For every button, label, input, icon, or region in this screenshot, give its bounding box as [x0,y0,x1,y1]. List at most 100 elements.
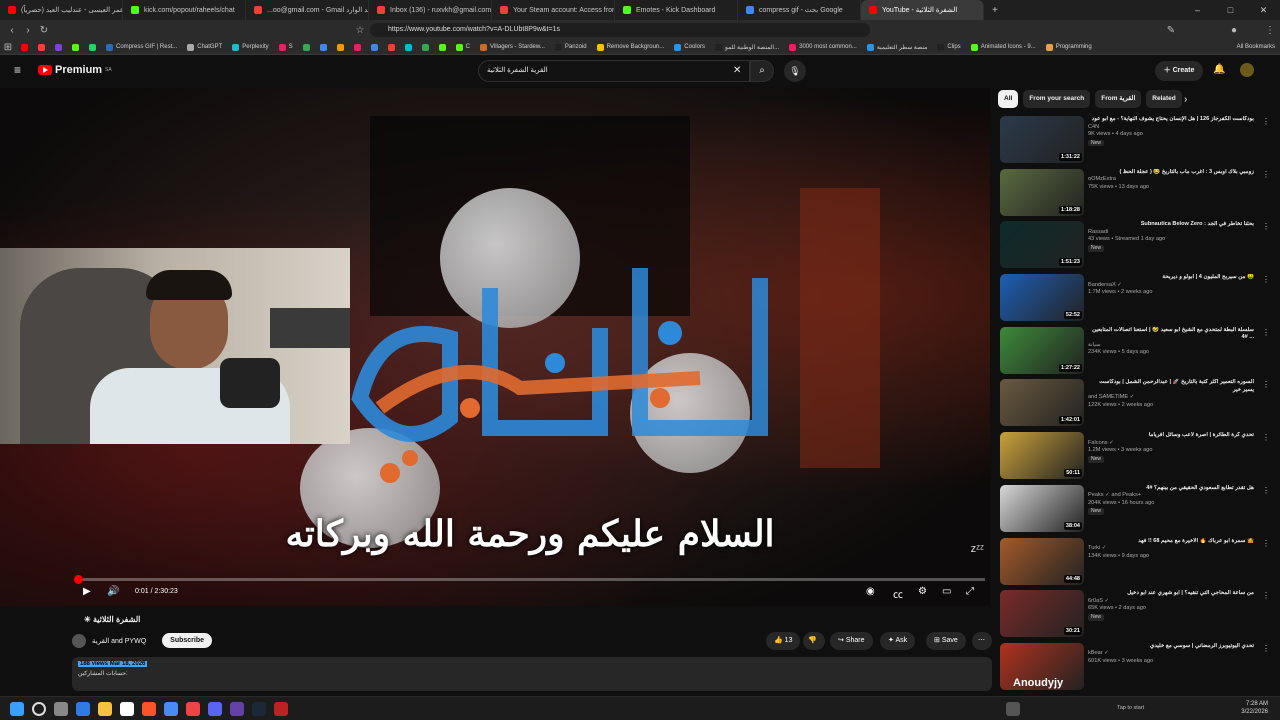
video-menu-icon[interactable]: ⋮ [1262,328,1270,337]
related-video[interactable]: 38:04 هل تقدر تطابع السعودي الحقيقي من بي… [1000,482,1270,535]
bookmark-item[interactable] [332,43,349,51]
bookmark-item[interactable]: Compress GIF | Rest... [101,43,182,51]
bookmark-item[interactable]: Coolors [669,43,710,51]
windows-start-icon[interactable] [10,702,24,716]
video-thumbnail[interactable]: 38:04 [1000,484,1084,532]
bookmark-item[interactable] [349,43,366,51]
app-red-icon[interactable] [274,702,288,716]
filter-chip[interactable]: From your search [1023,90,1091,108]
profile-icon[interactable]: ● [1226,25,1242,36]
bookmark-item[interactable]: Remove Backgroun... [592,43,670,51]
steam-icon[interactable] [252,702,266,716]
video-menu-icon[interactable]: ⋮ [1262,170,1270,179]
browser-tab[interactable]: ...oo@gmail.com - Gmail البريد الوارد [246,0,369,20]
obs-icon[interactable] [230,702,244,716]
reload-icon[interactable]: ↻ [36,25,52,36]
bookmark-item[interactable]: Clips [932,43,965,51]
tap-to-start[interactable]: Tap to start [1117,705,1144,711]
bookmark-item[interactable] [315,43,332,51]
voice-search-button[interactable]: 🎙 [784,60,806,82]
progress-bar[interactable] [74,575,985,584]
edge-icon[interactable] [76,702,90,716]
notion-icon[interactable] [120,702,134,716]
related-video[interactable]: 52:52 من سيربح المليون 4 | ابولو و ديربحة… [1000,271,1270,324]
apps-grid-icon[interactable]: ⊞ [0,42,16,53]
clear-search-icon[interactable]: ✕ [733,65,741,76]
channel-avatar[interactable] [72,633,86,648]
bookmark-item[interactable]: S [274,43,298,51]
browser-tab[interactable]: Inbox (136) - ruxvkh@gmail.com - G [369,0,492,20]
filter-chip[interactable]: Related [1146,90,1182,108]
miniplayer-icon[interactable]: ▭ [942,586,951,597]
video-thumbnail[interactable]: 1:18:28 [1000,168,1084,216]
related-video[interactable]: 44:48 سمرة ابو عرباك 🔥 الأخيرة مع محيم 68… [1000,535,1270,588]
captions-icon[interactable]: ㏄ [893,586,903,601]
progress-scrubber[interactable] [74,575,83,584]
related-video[interactable]: 30:21 من ساعة المحاجي التي تنقيه؟ | ابو ش… [1000,587,1270,640]
browser-tab[interactable]: YouTube - الشفرة الثلاثية [861,0,984,20]
bookmark-item[interactable]: C [451,43,475,51]
bookmark-item[interactable]: Perplexity [227,43,273,51]
bookmark-item[interactable] [67,43,84,51]
video-menu-icon[interactable]: ⋮ [1262,380,1270,389]
bookmark-item[interactable]: Villagers - Stardew... [475,43,550,51]
ask-button[interactable]: ✦ Ask [880,632,916,650]
more-actions-button[interactable]: ⋯ [972,632,992,650]
video-menu-icon[interactable]: ⋮ [1262,486,1270,495]
channel-name[interactable]: القرية and PYWQ [92,637,146,645]
bookmark-item[interactable]: منصة سطر التعليمية [862,43,933,51]
volume-icon[interactable]: 🔊 [107,586,119,597]
bookmark-item[interactable]: المنصة الوطنية للمو... [710,43,784,51]
filter-chip[interactable]: From القرية [1095,90,1142,108]
related-video[interactable]: 1:18:28 زومبي بلاك اوبس 3 : اغرب ماب بالت… [1000,166,1270,219]
bookmark-item[interactable] [16,43,33,51]
browser-tab[interactable]: compress gif - بحث Google [738,0,861,20]
related-video[interactable]: 1:51:23 Subnautica Below Zero : بحثنا تخا… [1000,218,1270,271]
video-menu-icon[interactable]: ⋮ [1262,275,1270,284]
autoplay-toggle-icon[interactable]: ◉ [866,586,875,597]
settings-gear-icon[interactable]: ⚙ [918,586,927,597]
search-button[interactable]: ⌕ [750,60,774,82]
back-icon[interactable]: ‹ [4,25,20,36]
menu-dots-icon[interactable]: ⋮ [1262,25,1278,36]
bookmark-item[interactable] [298,43,315,51]
youtube-logo[interactable]: Premium SA [38,64,112,76]
bookmark-item[interactable]: Animated Icons - 9... [966,43,1041,51]
browser-tab[interactable]: عمر العيسى - عندليب العيد (حصرياً) | ... [0,0,123,20]
video-thumbnail[interactable]: 1:31:22 [1000,116,1084,163]
bookmark-item[interactable] [366,43,383,51]
system-clock[interactable]: 7:28 AM 3/22/2026 [1241,701,1268,717]
chips-next-icon[interactable]: › [1184,94,1187,105]
share-button[interactable]: ↪ Share [830,632,873,650]
like-button[interactable]: 👍 13 [766,632,801,650]
bookmark-item[interactable]: 3000 most common... [784,43,862,51]
video-thumbnail[interactable]: 1:27:22 [1000,326,1084,374]
all-bookmarks-button[interactable]: All Bookmarks [1232,44,1280,50]
hamburger-menu-icon[interactable]: ≡ [14,63,21,77]
video-thumbnail[interactable]: 30:21 [1000,590,1084,638]
search-input[interactable]: القرية الشفرة الثلاثية [478,60,750,82]
video-thumbnail[interactable]: 50:11 [1000,432,1084,480]
task-view-icon[interactable] [54,702,68,716]
filter-chip[interactable]: All [998,90,1019,108]
subscribe-button[interactable]: Subscribe [162,633,213,648]
video-menu-icon[interactable]: ⋮ [1262,644,1270,653]
related-video[interactable]: 1:27:22 سلسلة البطة لمتحدي مع الشيخ أبو س… [1000,324,1270,377]
app-icon[interactable] [164,702,178,716]
close-window-icon[interactable]: ✕ [1247,5,1280,16]
minimize-icon[interactable]: – [1181,5,1214,15]
new-tab-icon[interactable]: + [984,5,1006,16]
video-thumbnail[interactable]: 1:51:23 [1000,221,1084,269]
browser-tab[interactable]: Your Steam account: Access from ne... [492,0,615,20]
file-explorer-icon[interactable] [98,702,112,716]
video-menu-icon[interactable]: ⋮ [1262,539,1270,548]
play-icon[interactable]: ▶ [83,586,91,597]
video-thumbnail[interactable]: 1:42:01 [1000,379,1084,427]
browser-tab[interactable]: kick.com/popout/raheels/chat [123,0,246,20]
search-taskbar-icon[interactable] [32,702,46,716]
related-video[interactable]: 50:11 تحدي كرة الطائرة | اصرة لاعب وسائل … [1000,429,1270,482]
extension-icon[interactable]: ✎ [1163,25,1179,36]
bookmark-item[interactable] [400,43,417,51]
notifications-bell-icon[interactable]: 🔔 [1213,64,1225,75]
discord-icon[interactable] [208,702,222,716]
